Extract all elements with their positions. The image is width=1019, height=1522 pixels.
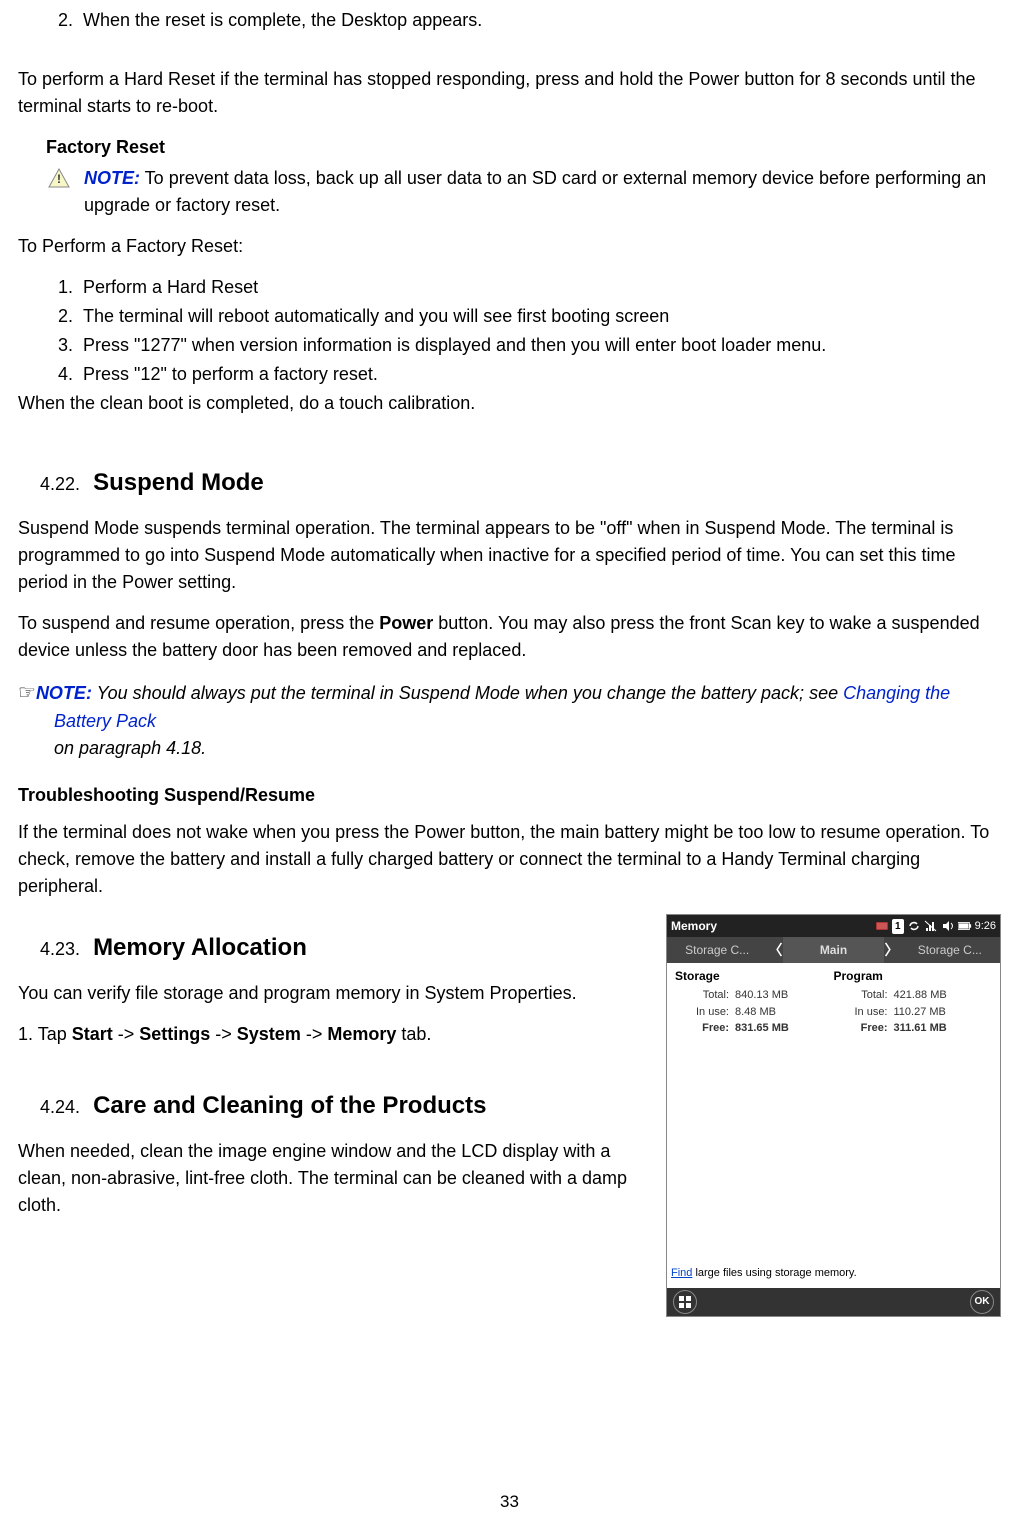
find-link[interactable]: Find xyxy=(671,1267,692,1279)
tab-left[interactable]: Storage C... xyxy=(667,941,767,959)
factory-after: When the clean boot is completed, do a t… xyxy=(18,390,1001,417)
list-item: 4. Press "12" to perform a factory reset… xyxy=(18,361,1001,388)
section-4-22: 4.22. Suspend Mode xyxy=(18,465,1001,501)
screenshot-tabs: Storage C... 〈 Main 〉 Storage C... xyxy=(667,937,1000,963)
paragraph-suspend-1: Suspend Mode suspends terminal operation… xyxy=(18,515,1001,596)
note-body-b: on paragraph 4.18. xyxy=(54,738,206,758)
paragraph-troubleshooting: If the terminal does not wake when you p… xyxy=(18,819,1001,900)
hand-pointer-icon: ☞ xyxy=(18,682,36,704)
heading-factory-reset: Factory Reset xyxy=(46,134,1001,161)
list-item: 1. Perform a Hard Reset xyxy=(18,274,1001,301)
screenshot-bottombar: OK xyxy=(667,1288,1000,1316)
section-title: Memory Allocation xyxy=(93,934,307,961)
factory-intro: To Perform a Factory Reset: xyxy=(18,233,1001,260)
screenshot-title: Memory xyxy=(671,917,872,935)
paragraph-suspend-2: To suspend and resume operation, press t… xyxy=(18,610,1001,664)
note-body: To prevent data loss, back up all user d… xyxy=(84,168,986,215)
heading-troubleshooting: Troubleshooting Suspend/Resume xyxy=(18,782,1001,809)
signal-badge: 1 xyxy=(892,919,904,934)
item-number: 2. xyxy=(58,10,73,30)
screenshot-titlebar: Memory 1 9:26 xyxy=(667,915,1000,937)
note-box: ! NOTE: To prevent data loss, back up al… xyxy=(48,165,1001,219)
note-text: NOTE: To prevent data loss, back up all … xyxy=(84,165,1001,219)
paragraph-hard-reset: To perform a Hard Reset if the terminal … xyxy=(18,66,1001,120)
memory-screenshot: Memory 1 9:26 Storage C... 〈 Main 〉 Stor… xyxy=(666,914,1001,1317)
storage-free: 831.65 MB xyxy=(735,1020,834,1037)
section-number: 4.23. xyxy=(40,939,80,959)
storage-total: 840.13 MB xyxy=(735,987,834,1004)
list-item: 3. Press "1277" when version information… xyxy=(18,332,1001,359)
chevron-right-icon[interactable]: 〉 xyxy=(884,940,900,961)
note-label: NOTE: xyxy=(36,683,92,703)
list-item-2: 2. When the reset is complete, the Deskt… xyxy=(18,7,1001,34)
note-body-a: You should always put the terminal in Su… xyxy=(92,683,843,703)
section-title: Suspend Mode xyxy=(93,469,264,496)
item-text: When the reset is complete, the Desktop … xyxy=(83,10,482,30)
section-number: 4.24. xyxy=(40,1097,80,1117)
sync-icon xyxy=(907,919,921,933)
tab-right[interactable]: Storage C... xyxy=(900,941,1000,959)
screenshot-footer: Find large files using storage memory. xyxy=(667,1263,1000,1288)
screenshot-body: Storage Total:840.13 MB In use:8.48 MB F… xyxy=(667,963,1000,1263)
storage-inuse: 8.48 MB xyxy=(735,1004,834,1021)
svg-text:!: ! xyxy=(57,172,61,186)
battery-icon xyxy=(958,919,972,933)
note-label: NOTE: xyxy=(84,168,140,188)
windows-icon[interactable] xyxy=(673,1290,697,1314)
tab-main[interactable]: Main xyxy=(783,937,883,963)
section-title: Care and Cleaning of the Products xyxy=(93,1092,486,1119)
page-number: 33 xyxy=(0,1489,1019,1515)
col-head-storage: Storage xyxy=(675,967,834,985)
volume-icon xyxy=(941,919,955,933)
note-suspend: ☞NOTE: You should always put the termina… xyxy=(18,678,1001,762)
warning-icon: ! xyxy=(48,168,70,188)
signal-icon xyxy=(924,919,938,933)
chevron-left-icon[interactable]: 〈 xyxy=(767,940,783,961)
col-head-program: Program xyxy=(834,967,993,985)
program-total: 421.88 MB xyxy=(894,987,993,1004)
clock: 9:26 xyxy=(975,918,996,935)
program-free: 311.61 MB xyxy=(894,1020,993,1037)
keyboard-icon xyxy=(875,919,889,933)
program-inuse: 110.27 MB xyxy=(894,1004,993,1021)
list-item: 2. The terminal will reboot automaticall… xyxy=(18,303,1001,330)
ok-button[interactable]: OK xyxy=(970,1290,994,1314)
section-number: 4.22. xyxy=(40,474,80,494)
